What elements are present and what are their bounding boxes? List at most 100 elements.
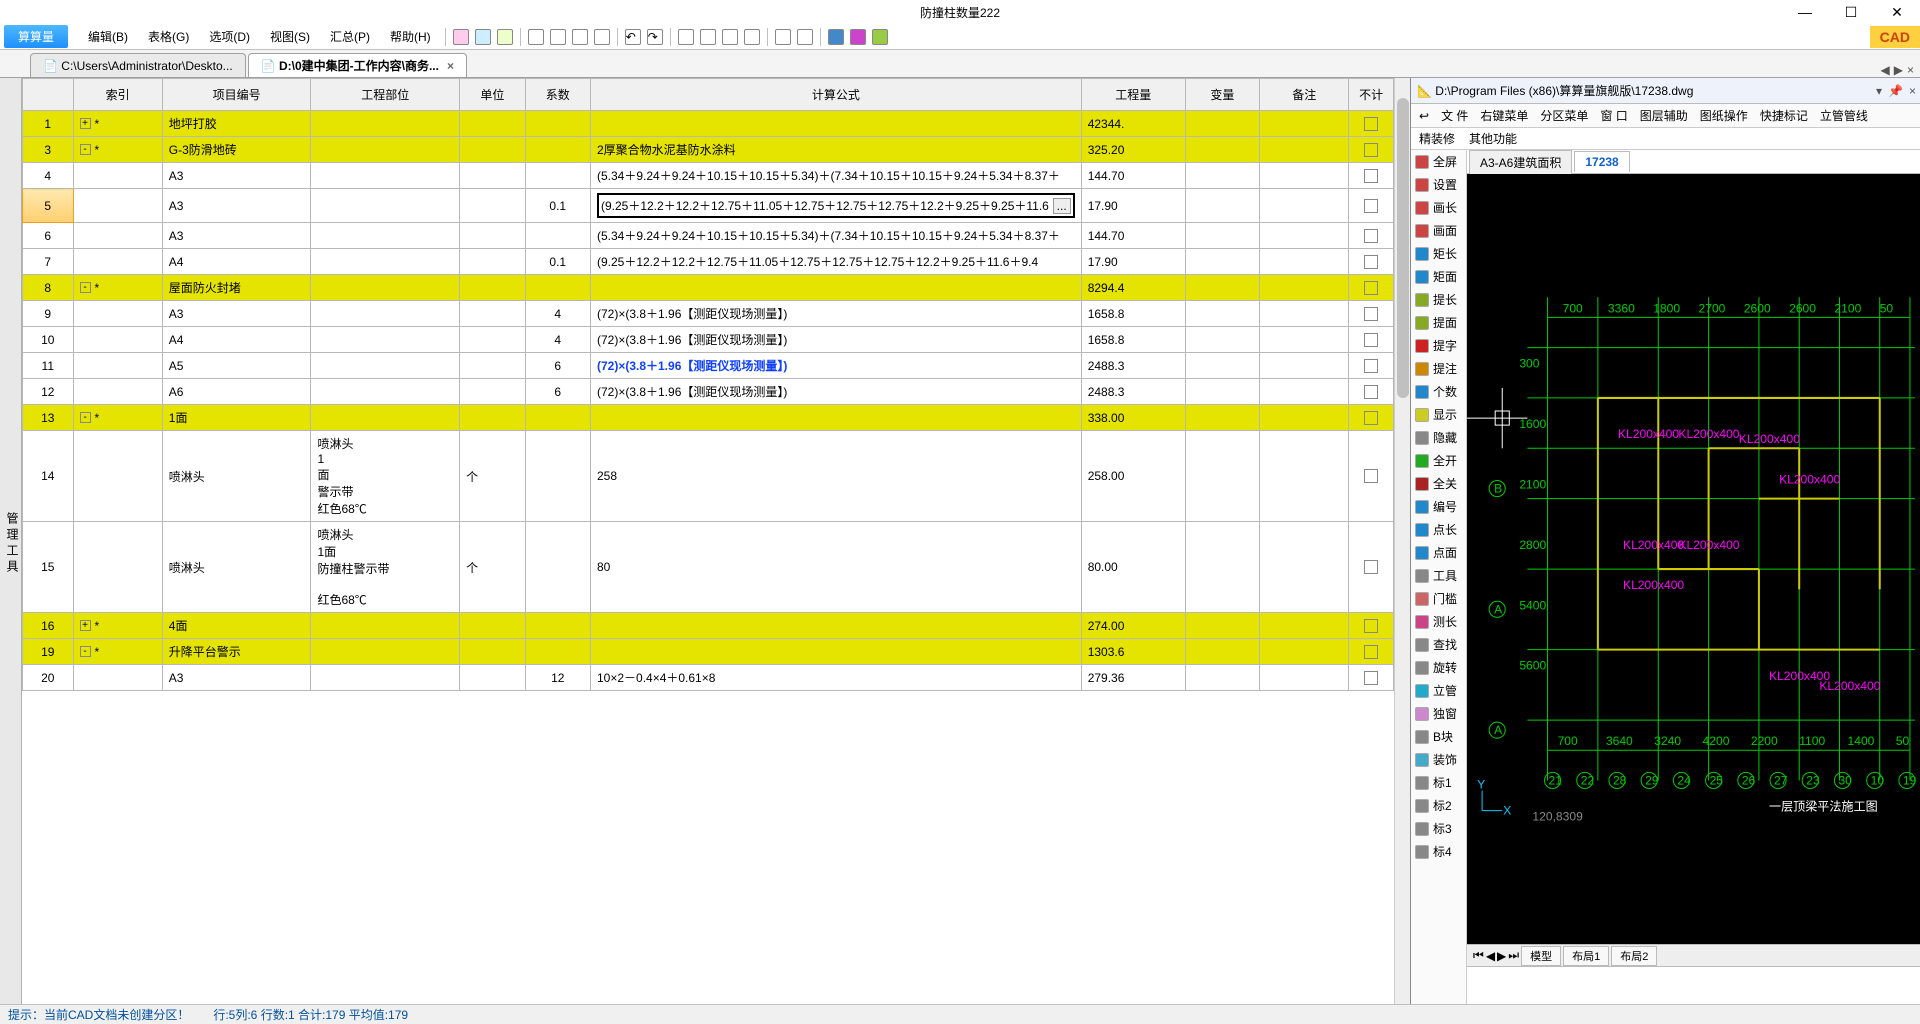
cell-note[interactable] xyxy=(1260,223,1349,249)
cell-qty[interactable]: 1658.8 xyxy=(1081,301,1185,327)
cell-qty[interactable]: 1303.6 xyxy=(1081,639,1185,665)
cell-unit[interactable] xyxy=(460,111,525,137)
cell-var[interactable] xyxy=(1185,223,1259,249)
cell-note[interactable] xyxy=(1260,189,1349,223)
cell-note[interactable] xyxy=(1260,379,1349,405)
cell-unit[interactable] xyxy=(460,249,525,275)
tool-item[interactable]: 测长 xyxy=(1411,610,1466,633)
cell-formula[interactable]: (72)×(3.8＋1.96【测距仪现场测量】) xyxy=(590,379,1081,405)
cell-formula[interactable] xyxy=(590,613,1081,639)
cell-coef[interactable] xyxy=(525,639,590,665)
tool-item[interactable]: 独窗 xyxy=(1411,702,1466,725)
col-qty[interactable]: 工程量 xyxy=(1081,79,1185,111)
row-number[interactable]: 16 xyxy=(23,613,74,639)
cell-var[interactable] xyxy=(1185,353,1259,379)
row-number[interactable]: 20 xyxy=(23,665,74,691)
nocount-checkbox[interactable] xyxy=(1364,169,1378,183)
cell-note[interactable] xyxy=(1260,431,1349,522)
cell-nocount[interactable] xyxy=(1349,379,1394,405)
cell-formula[interactable]: (72)×(3.8＋1.96【测距仪现场测量】) xyxy=(590,301,1081,327)
cell-nocount[interactable] xyxy=(1349,275,1394,301)
cell-note[interactable] xyxy=(1260,353,1349,379)
pin-icon[interactable]: ▾ xyxy=(1876,84,1882,98)
toolbar-icon[interactable] xyxy=(550,29,566,45)
toolbar-icon[interactable] xyxy=(528,29,544,45)
cell-coef[interactable]: 0.1 xyxy=(525,249,590,275)
save-icon[interactable] xyxy=(828,29,844,45)
nocount-checkbox[interactable] xyxy=(1364,671,1378,685)
cell-part[interactable] xyxy=(311,189,460,223)
cell-index[interactable]: -* xyxy=(73,405,162,431)
pin-icon[interactable]: 📌 xyxy=(1888,84,1903,98)
cad-badge[interactable]: CAD xyxy=(1870,26,1920,48)
cell-qty[interactable]: 2488.3 xyxy=(1081,379,1185,405)
cell-qty[interactable]: 338.00 xyxy=(1081,405,1185,431)
cell-qty[interactable]: 80.00 xyxy=(1081,522,1185,613)
cell-index[interactable]: +* xyxy=(73,111,162,137)
cell-nocount[interactable] xyxy=(1349,522,1394,613)
tab-prev-icon[interactable]: ◀ xyxy=(1881,63,1890,77)
cell-nocount[interactable] xyxy=(1349,639,1394,665)
table-row[interactable]: 10A44(72)×(3.8＋1.96【测距仪现场测量】)1658.8 xyxy=(23,327,1394,353)
cell-var[interactable] xyxy=(1185,431,1259,522)
row-number[interactable]: 9 xyxy=(23,301,74,327)
row-number[interactable]: 4 xyxy=(23,163,74,189)
tool-item[interactable]: 矩面 xyxy=(1411,265,1466,288)
cell-projno[interactable]: 4面 xyxy=(162,613,311,639)
tool-item[interactable]: 点长 xyxy=(1411,518,1466,541)
cell-part[interactable] xyxy=(311,163,460,189)
cell-index[interactable] xyxy=(73,223,162,249)
cell-qty[interactable]: 274.00 xyxy=(1081,613,1185,639)
cell-projno[interactable]: A3 xyxy=(162,665,311,691)
cell-unit[interactable] xyxy=(460,137,525,163)
cell-coef[interactable] xyxy=(525,111,590,137)
col-var[interactable]: 变量 xyxy=(1185,79,1259,111)
cad-sub-item[interactable]: 其他功能 xyxy=(1469,130,1517,147)
cell-var[interactable] xyxy=(1185,301,1259,327)
cad-viewport[interactable]: KL200x400KL200x400KL200x400KL200x400KL20… xyxy=(1467,174,1920,944)
cell-note[interactable] xyxy=(1260,301,1349,327)
toolbar-icon[interactable] xyxy=(572,29,588,45)
nocount-checkbox[interactable] xyxy=(1364,469,1378,483)
nocount-checkbox[interactable] xyxy=(1364,281,1378,295)
cell-part[interactable] xyxy=(311,223,460,249)
close-button[interactable]: ✕ xyxy=(1874,0,1920,24)
cell-coef[interactable] xyxy=(525,137,590,163)
tool-item[interactable]: 立管 xyxy=(1411,679,1466,702)
tool-item[interactable]: 标4 xyxy=(1411,840,1466,863)
cell-projno[interactable]: A3 xyxy=(162,223,311,249)
cell-var[interactable] xyxy=(1185,189,1259,223)
view-tab-active[interactable]: 17238 xyxy=(1574,151,1629,172)
toolbar-icon[interactable] xyxy=(872,29,888,45)
cell-qty[interactable]: 144.70 xyxy=(1081,163,1185,189)
collapse-icon[interactable]: - xyxy=(80,144,91,155)
cell-projno[interactable]: 喷淋头 xyxy=(162,431,311,522)
cell-var[interactable] xyxy=(1185,163,1259,189)
cell-nocount[interactable] xyxy=(1349,613,1394,639)
cell-projno[interactable]: 1面 xyxy=(162,405,311,431)
table-row[interactable]: 4A3(5.34＋9.24＋9.24＋10.15＋10.15＋5.34)＋(7.… xyxy=(23,163,1394,189)
doc-tab[interactable]: 📄 C:\Users\Administrator\Deskto... xyxy=(30,53,246,77)
cell-note[interactable] xyxy=(1260,522,1349,613)
table-row[interactable]: 5A30.1(9.25＋12.2＋12.2＋12.75＋11.05＋12.75＋… xyxy=(23,189,1394,223)
menu-options[interactable]: 选项(D) xyxy=(199,25,260,48)
expand-icon[interactable]: + xyxy=(80,620,91,631)
toolbar-icon[interactable] xyxy=(594,29,610,45)
toolbar-icon[interactable] xyxy=(475,29,491,45)
tool-item[interactable]: 提注 xyxy=(1411,357,1466,380)
nocount-checkbox[interactable] xyxy=(1364,307,1378,321)
toolbar-icon[interactable] xyxy=(797,29,813,45)
menu-table[interactable]: 表格(G) xyxy=(138,25,199,48)
cell-projno[interactable]: A4 xyxy=(162,327,311,353)
cell-var[interactable] xyxy=(1185,275,1259,301)
nocount-checkbox[interactable] xyxy=(1364,385,1378,399)
nocount-checkbox[interactable] xyxy=(1364,255,1378,269)
cell-part[interactable] xyxy=(311,301,460,327)
cell-index[interactable] xyxy=(73,163,162,189)
nav-icon[interactable]: ◀ xyxy=(1486,949,1495,963)
table-row[interactable]: 15喷淋头喷淋头 1面 防撞柱警示带 红色68℃个8080.00 xyxy=(23,522,1394,613)
back-icon[interactable]: ↩ xyxy=(1419,109,1429,123)
row-number[interactable]: 11 xyxy=(23,353,74,379)
col-note[interactable]: 备注 xyxy=(1260,79,1349,111)
cell-projno[interactable]: 喷淋头 xyxy=(162,522,311,613)
